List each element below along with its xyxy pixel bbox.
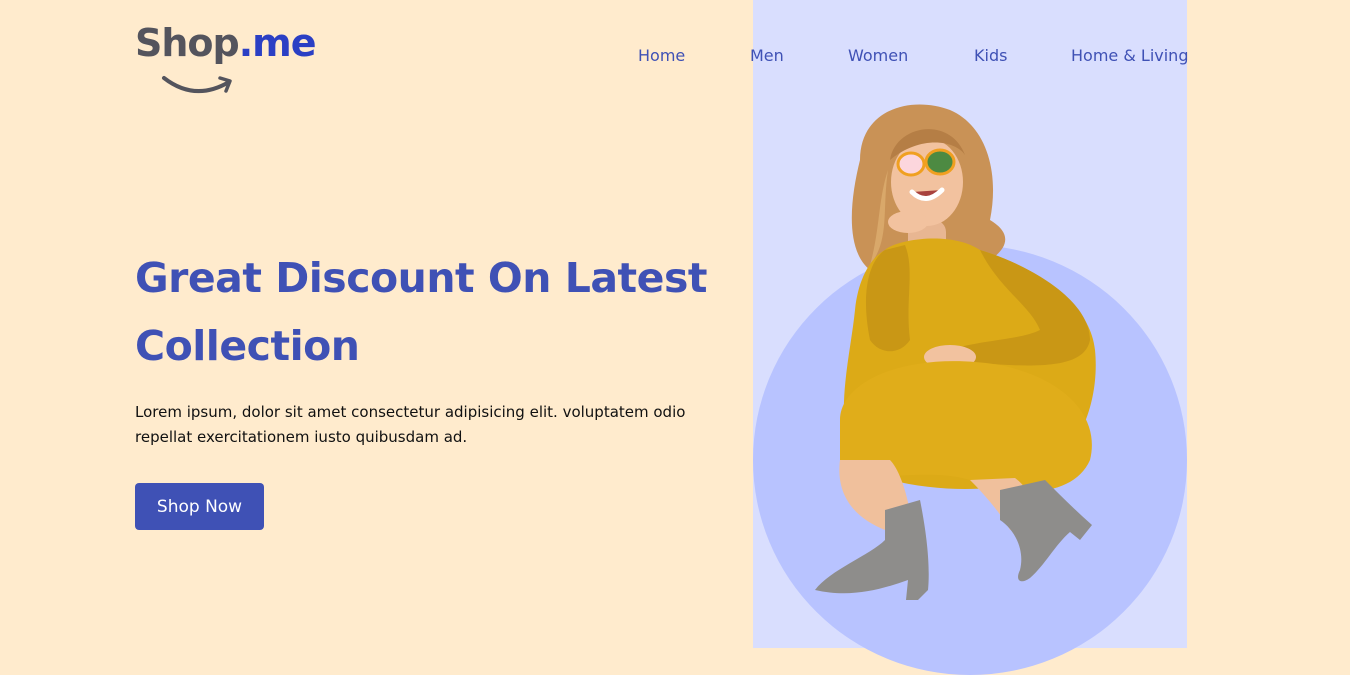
logo-text-shop: Shop [135,21,240,65]
smile-arrow-icon [162,76,232,94]
hero-description: Lorem ipsum, dolor sit amet consectetur … [135,403,686,446]
nav-item-men[interactable]: Men [750,46,784,65]
logo-text: Shop.me [135,20,317,65]
nav-item-women[interactable]: Women [848,46,908,65]
nav-item-home[interactable]: Home [638,46,685,65]
logo-text-me: .me [238,21,317,65]
model-photo [815,104,1096,600]
shop-now-button[interactable]: Shop Now [135,483,264,530]
hero-headline: Great Discount On Latest Collection [135,244,735,380]
logo[interactable]: Shop.me [135,20,335,100]
hero-headline-line2: Collection [135,322,360,370]
nav-item-kids[interactable]: Kids [974,46,1007,65]
hero-headline-line1: Great Discount On Latest [135,254,707,302]
nav-item-home-living[interactable]: Home & Living [1071,46,1188,65]
